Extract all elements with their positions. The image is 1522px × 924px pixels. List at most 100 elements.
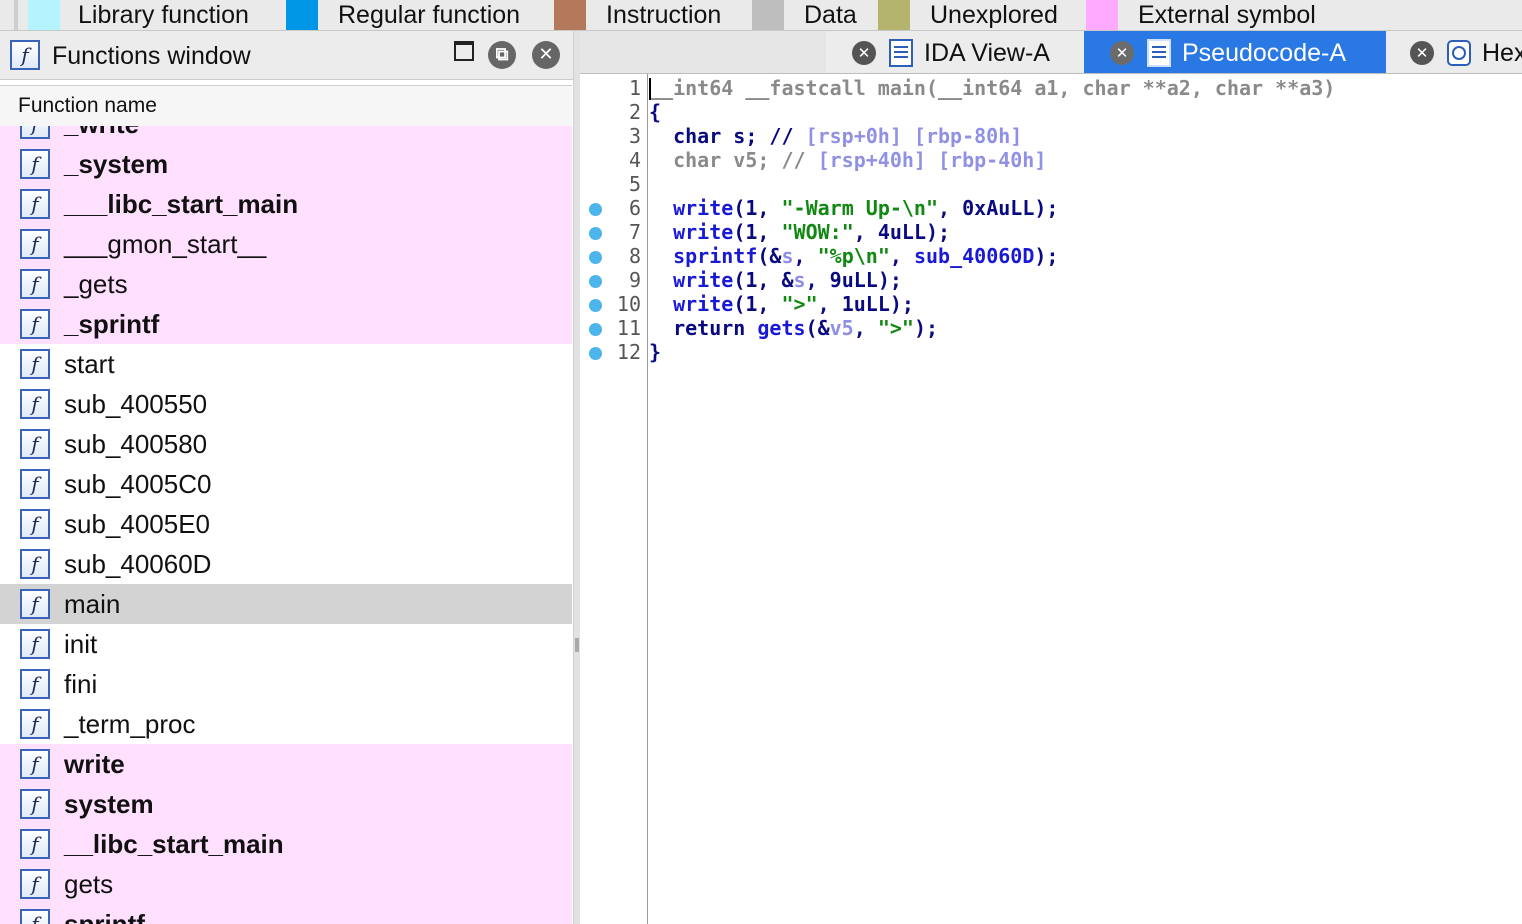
maximize-icon[interactable] xyxy=(454,41,474,61)
legend-swatch xyxy=(554,0,586,30)
code-token: (1, & xyxy=(733,268,794,292)
function-row[interactable]: f ___gmon_start__ xyxy=(0,224,572,264)
function-name: _write xyxy=(64,126,139,144)
code-token: sprintf xyxy=(673,244,758,268)
code-line[interactable]: 5 xyxy=(580,172,1522,196)
function-icon: f xyxy=(20,469,50,499)
function-row[interactable]: f __libc_start_main xyxy=(0,824,572,864)
functions-window-titlebar[interactable]: f Functions window ⧉ ✕ xyxy=(0,31,573,80)
function-name: ___libc_start_main xyxy=(64,189,299,219)
code-line[interactable]: 7 write(1, "WOW:", 4uLL); xyxy=(580,220,1522,244)
function-row[interactable]: f sub_400550 xyxy=(0,384,572,424)
close-tab-icon[interactable]: ✕ xyxy=(1410,41,1434,65)
function-row[interactable]: f init xyxy=(0,624,572,664)
function-name: sprintf xyxy=(64,909,145,924)
code-token: , xyxy=(853,316,878,340)
legend-swatch xyxy=(878,0,910,30)
function-row[interactable]: f start xyxy=(0,344,572,384)
code-line[interactable]: 10 write(1, ">", 1uLL); xyxy=(580,292,1522,316)
code-line[interactable]: 4 char v5; // [rsp+40h] [rbp-40h] xyxy=(580,148,1522,172)
function-row[interactable]: f system xyxy=(0,784,572,824)
code-token: ); xyxy=(913,316,939,340)
function-icon: f xyxy=(20,189,50,219)
legend-swatch xyxy=(752,0,784,30)
code-text: return gets(&v5, ">"); xyxy=(649,316,938,340)
line-number: 5 xyxy=(628,172,641,196)
legend-swatch xyxy=(28,0,60,30)
function-name: __libc_start_main xyxy=(64,829,284,859)
function-icon: f xyxy=(20,429,50,459)
close-tab-icon[interactable]: ✕ xyxy=(852,41,876,65)
pseudocode-editor[interactable]: 1 __int64 __fastcall main(__int64 a1, cha… xyxy=(580,74,1522,924)
function-row[interactable]: f fini xyxy=(0,664,572,704)
function-row[interactable]: f gets xyxy=(0,864,572,904)
function-row[interactable]: f sprintf xyxy=(0,904,572,924)
function-row[interactable]: f _gets xyxy=(0,264,572,304)
function-icon: f xyxy=(20,349,50,379)
splitter-grip[interactable] xyxy=(575,638,579,652)
code-text: } xyxy=(649,340,661,364)
code-line[interactable]: 12} xyxy=(580,340,1522,364)
code-line[interactable]: 9 write(1, &s, 9uLL); xyxy=(580,268,1522,292)
function-row[interactable]: f ___libc_start_main xyxy=(0,184,572,224)
code-text: char v5; // [rsp+40h] [rbp-40h] xyxy=(649,148,1046,172)
column-header-function-name[interactable]: Function name xyxy=(0,85,572,127)
function-list[interactable]: f_writef_systemf___libc_start_mainf___gm… xyxy=(0,126,572,924)
line-number: 12 xyxy=(616,340,641,364)
function-row[interactable]: f _write xyxy=(0,126,572,144)
function-name: main xyxy=(64,589,121,619)
function-row[interactable]: f _sprintf xyxy=(0,304,572,344)
hex-view-icon xyxy=(1447,40,1471,66)
close-icon[interactable]: ✕ xyxy=(532,41,560,69)
function-icon: f xyxy=(20,309,50,339)
function-icon: f xyxy=(20,709,50,739)
function-row[interactable]: f sub_400580 xyxy=(0,424,572,464)
legend-label: Data xyxy=(804,1,857,29)
function-name: sub_4005C0 xyxy=(64,469,212,499)
line-number: 1 xyxy=(628,76,641,100)
function-name: sub_400580 xyxy=(64,429,208,459)
function-row[interactable]: f sub_4005C0 xyxy=(0,464,572,504)
code-line[interactable]: 11 return gets(&v5, ">"); xyxy=(580,316,1522,340)
close-tab-icon[interactable]: ✕ xyxy=(1110,41,1134,65)
function-name: sub_4005E0 xyxy=(64,509,211,539)
line-number: 9 xyxy=(628,268,641,292)
code-token: write xyxy=(673,268,734,292)
code-line[interactable]: 3 char s; // [rsp+0h] [rbp-80h] xyxy=(580,124,1522,148)
function-icon: f xyxy=(20,789,50,819)
function-row[interactable]: f main xyxy=(0,584,572,624)
code-line[interactable]: 1 __int64 __fastcall main(__int64 a1, cha… xyxy=(580,76,1522,100)
code-token: s xyxy=(781,244,794,268)
code-token: ); xyxy=(1034,244,1059,268)
function-name: init xyxy=(64,629,98,659)
tab-hex-view-1[interactable]: ✕ Hex View-1 xyxy=(1386,31,1522,73)
legend-label: Instruction xyxy=(606,1,722,29)
function-row[interactable]: f sub_40060D xyxy=(0,544,572,584)
function-row[interactable]: f sub_4005E0 xyxy=(0,504,572,544)
code-line[interactable]: 8 sprintf(&s, "%p\n", sub_40060D); xyxy=(580,244,1522,268)
line-number: 7 xyxy=(628,220,641,244)
code-line[interactable]: 2{ xyxy=(580,100,1522,124)
code-token: __int64 __fastcall main(__int64 a1, char… xyxy=(649,76,1336,100)
code-token: v5 xyxy=(829,316,854,340)
column-header-label: Function name xyxy=(18,94,157,117)
code-token: , 9uLL); xyxy=(805,268,902,292)
legend-swatch xyxy=(1086,0,1118,30)
function-row[interactable]: f _term_proc xyxy=(0,704,572,744)
code-token: , 4uLL); xyxy=(853,220,951,244)
restore-icon[interactable]: ⧉ xyxy=(488,41,516,69)
code-line[interactable]: 6 write(1, "-Warm Up-\n", 0xAuLL); xyxy=(580,196,1522,220)
code-token: "-Warm Up-\n" xyxy=(781,196,939,220)
tab-ida-view-a[interactable]: ✕ IDA View-A xyxy=(826,31,1088,73)
function-icon: f xyxy=(20,669,50,699)
line-number: 10 xyxy=(616,292,641,316)
tab-pseudocode-a[interactable]: ✕ Pseudocode-A xyxy=(1084,31,1386,73)
function-icon: f xyxy=(20,126,50,139)
disassembly-view-icon xyxy=(889,39,913,67)
function-row[interactable]: f write xyxy=(0,744,572,784)
function-row[interactable]: f _system xyxy=(0,144,572,184)
code-token: (& xyxy=(805,316,830,340)
